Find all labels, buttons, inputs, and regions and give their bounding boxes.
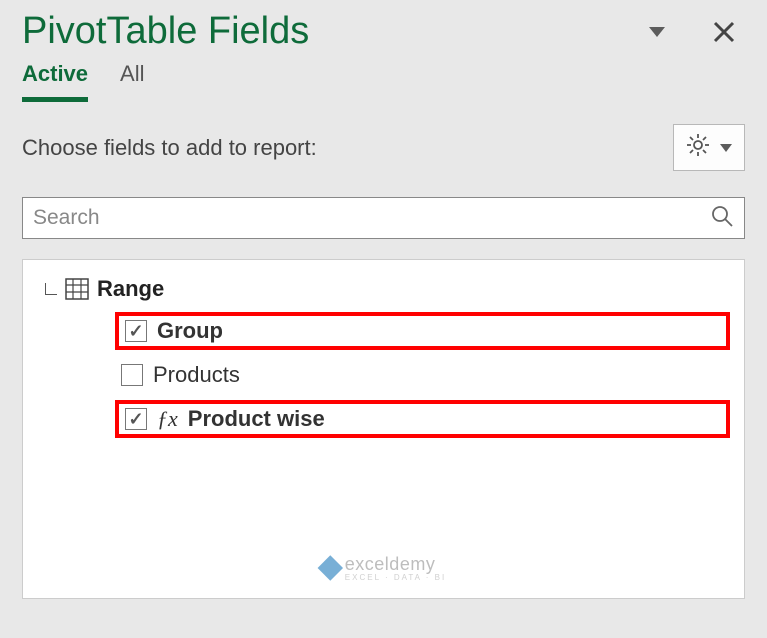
- fields-list-panel: Range Group Products ƒx Product wise exc…: [22, 259, 745, 599]
- instruction-row: Choose fields to add to report:: [22, 124, 745, 171]
- watermark-brand: exceldemy: [345, 554, 446, 575]
- field-row-product-wise[interactable]: ƒx Product wise: [115, 400, 730, 438]
- collapse-icon[interactable]: [45, 283, 57, 295]
- pane-title: PivotTable Fields: [22, 10, 309, 53]
- checkbox-products[interactable]: [121, 364, 143, 386]
- tab-active[interactable]: Active: [22, 61, 88, 102]
- tree-root-row[interactable]: Range: [45, 276, 730, 302]
- field-label: Products: [153, 362, 240, 388]
- field-row-group[interactable]: Group: [115, 312, 730, 350]
- pane-header: PivotTable Fields: [22, 10, 745, 53]
- watermark: exceldemy EXCEL · DATA · BI: [321, 554, 446, 582]
- tabs: Active All: [22, 61, 745, 102]
- search-box[interactable]: [22, 197, 745, 239]
- pivottable-fields-pane: PivotTable Fields Active All Choose fiel…: [0, 0, 767, 638]
- pane-options-dropdown-icon[interactable]: [649, 27, 665, 37]
- field-row-products[interactable]: Products: [115, 360, 730, 390]
- checkbox-group[interactable]: [125, 320, 147, 342]
- checkbox-product-wise[interactable]: [125, 408, 147, 430]
- gear-icon: [686, 133, 710, 162]
- tree-root-label: Range: [97, 276, 164, 302]
- watermark-tagline: EXCEL · DATA · BI: [345, 573, 446, 582]
- table-icon: [65, 278, 89, 300]
- field-label: Product wise: [188, 406, 325, 432]
- field-label: Group: [157, 318, 223, 344]
- instruction-label: Choose fields to add to report:: [22, 135, 317, 161]
- chevron-down-icon: [720, 144, 732, 152]
- search-input[interactable]: [33, 206, 664, 230]
- search-icon[interactable]: [710, 204, 734, 233]
- watermark-logo-icon: [317, 555, 342, 580]
- tools-button[interactable]: [673, 124, 745, 171]
- close-icon[interactable]: [713, 21, 735, 43]
- pane-controls: [649, 21, 745, 43]
- fx-icon: ƒx: [157, 406, 178, 432]
- tab-all[interactable]: All: [120, 61, 144, 102]
